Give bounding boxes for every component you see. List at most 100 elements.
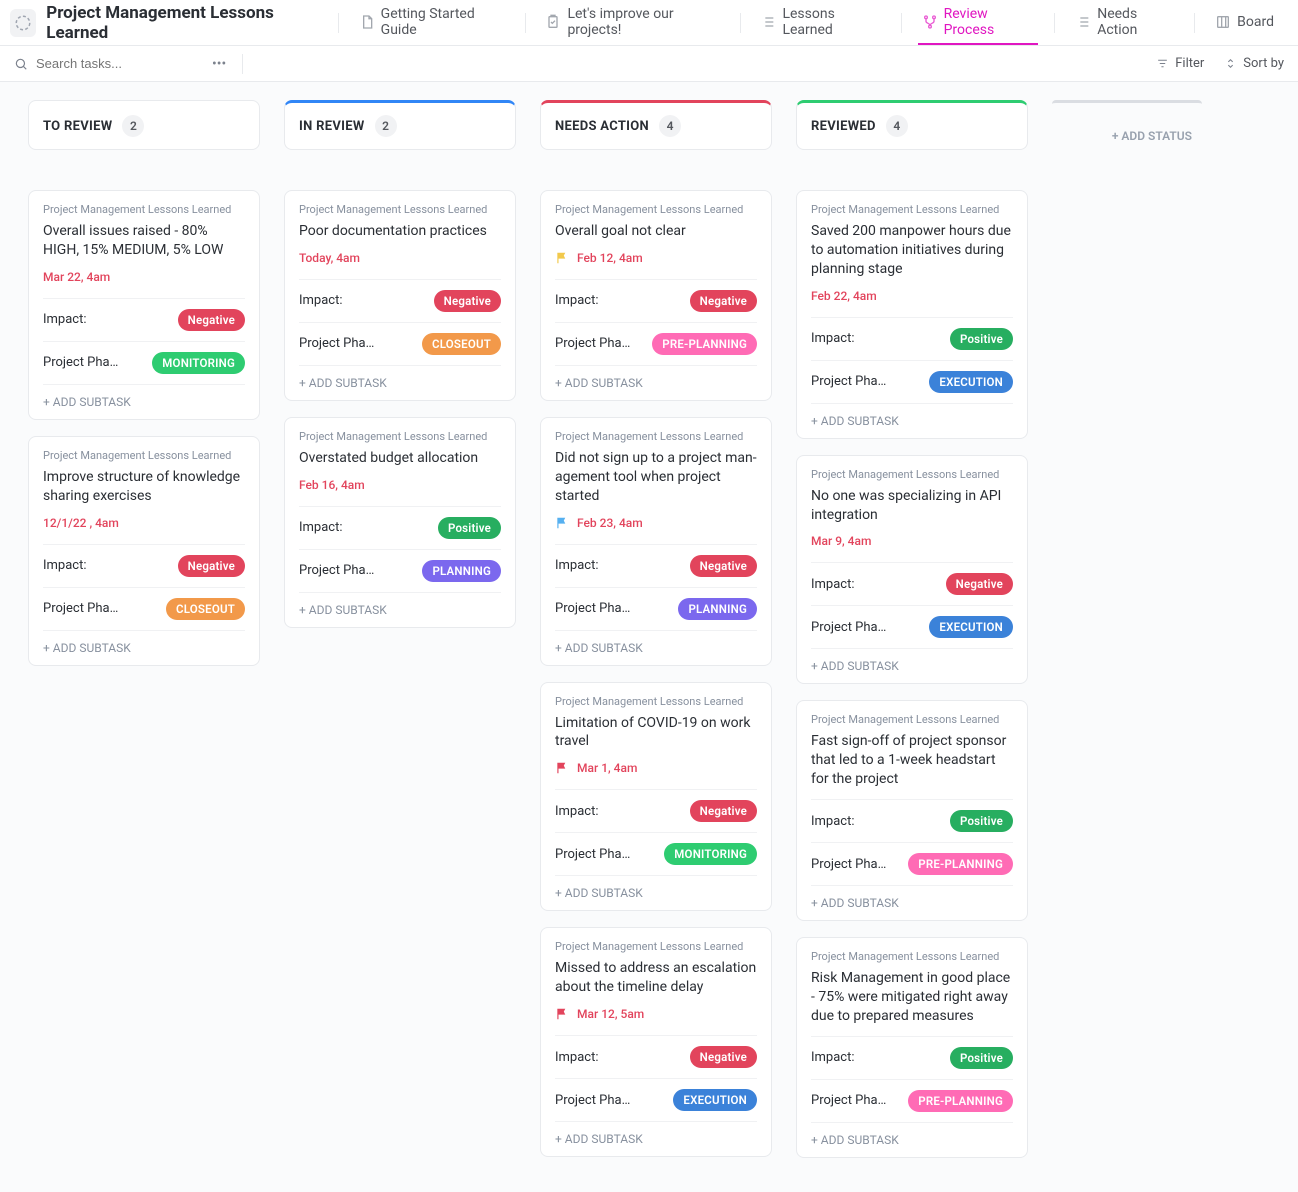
task-card[interactable]: Project Management Lessons Learned Impro… bbox=[28, 436, 260, 666]
phase-tag[interactable]: EXECUTION bbox=[673, 1089, 757, 1111]
impact-row: Impact: Negative bbox=[299, 279, 501, 322]
impact-tag[interactable]: Negative bbox=[690, 1046, 757, 1068]
card-title: Overstated budget allocation bbox=[299, 449, 501, 468]
card-title: Saved 200 manpower hours due to automati… bbox=[811, 222, 1013, 279]
tab-board[interactable]: Board bbox=[1201, 0, 1288, 46]
phase-tag[interactable]: EXECUTION bbox=[929, 371, 1013, 393]
card-date: Mar 12, 5am bbox=[577, 1007, 644, 1021]
phase-tag[interactable]: MONITORING bbox=[152, 352, 245, 374]
filter-button[interactable]: Filter bbox=[1156, 56, 1204, 71]
impact-row: Impact: Negative bbox=[811, 562, 1013, 605]
search-input[interactable] bbox=[36, 56, 196, 71]
card-title: Improve structure of knowledge sharing e… bbox=[43, 468, 245, 506]
impact-tag[interactable]: Negative bbox=[690, 555, 757, 577]
add-subtask-button[interactable]: + ADD SUBTASK bbox=[299, 592, 501, 627]
impact-row: Impact: Positive bbox=[811, 317, 1013, 360]
add-subtask-button[interactable]: + ADD SUBTASK bbox=[43, 384, 245, 419]
add-status-label: + ADD STATUS bbox=[1052, 117, 1202, 155]
task-card[interactable]: Project Management Lessons Learned Overs… bbox=[284, 417, 516, 628]
task-card[interactable]: Project Management Lessons Learned Limit… bbox=[540, 682, 772, 912]
task-card[interactable]: Project Management Lessons Learned No on… bbox=[796, 455, 1028, 685]
phase-tag[interactable]: PRE-PLANNING bbox=[908, 1090, 1013, 1112]
impact-tag[interactable]: Negative bbox=[178, 555, 245, 577]
phase-row: Project Pha… PRE-PLANNING bbox=[811, 842, 1013, 885]
card-title: Overall goal not clear bbox=[555, 222, 757, 241]
phase-label: Project Pha… bbox=[43, 601, 118, 616]
phase-label: Project Pha… bbox=[555, 336, 630, 351]
tab-needs-action[interactable]: Needs Action bbox=[1061, 0, 1188, 46]
add-subtask-button[interactable]: + ADD SUBTASK bbox=[555, 365, 757, 400]
task-card[interactable]: Project Management Lessons Learned Misse… bbox=[540, 927, 772, 1157]
board-column: TO REVIEW 2 Project Management Lessons L… bbox=[28, 100, 260, 682]
phase-tag[interactable]: PLANNING bbox=[422, 560, 501, 582]
impact-tag[interactable]: Negative bbox=[434, 290, 501, 312]
add-status-button[interactable]: + ADD STATUS bbox=[1052, 100, 1202, 155]
add-subtask-button[interactable]: + ADD SUBTASK bbox=[555, 1121, 757, 1156]
card-date: Feb 22, 4am bbox=[811, 289, 877, 303]
tab-getting-started[interactable]: Getting Started Guide bbox=[345, 0, 519, 46]
add-subtask-button[interactable]: + ADD SUBTASK bbox=[299, 365, 501, 400]
phase-label: Project Pha… bbox=[555, 1093, 630, 1108]
phase-tag[interactable]: PRE-PLANNING bbox=[652, 333, 757, 355]
column-header[interactable]: TO REVIEW 2 bbox=[28, 100, 260, 150]
card-project: Project Management Lessons Learned bbox=[299, 203, 501, 216]
column-count: 2 bbox=[375, 115, 397, 137]
phase-row: Project Pha… PRE-PLANNING bbox=[811, 1079, 1013, 1122]
impact-tag[interactable]: Negative bbox=[946, 573, 1013, 595]
tab-lessons-learned[interactable]: Lessons Learned bbox=[746, 0, 894, 46]
task-card[interactable]: Project Management Lessons Learned Risk … bbox=[796, 937, 1028, 1158]
task-card[interactable]: Project Management Lessons Learned Overa… bbox=[540, 190, 772, 401]
column-header[interactable]: IN REVIEW 2 bbox=[284, 100, 516, 150]
card-title: Did not sign up to a project man­agement… bbox=[555, 449, 757, 506]
add-subtask-button[interactable]: + ADD SUBTASK bbox=[555, 875, 757, 910]
tab-label: Getting Started Guide bbox=[381, 6, 505, 38]
add-subtask-button[interactable]: + ADD SUBTASK bbox=[811, 885, 1013, 920]
phase-tag[interactable]: PLANNING bbox=[678, 598, 757, 620]
phase-tag[interactable]: CLOSEOUT bbox=[422, 333, 501, 355]
impact-tag[interactable]: Positive bbox=[950, 328, 1013, 350]
card-title: No one was specializing in API integrati… bbox=[811, 487, 1013, 525]
add-subtask-button[interactable]: + ADD SUBTASK bbox=[811, 403, 1013, 438]
add-subtask-button[interactable]: + ADD SUBTASK bbox=[555, 630, 757, 665]
impact-tag[interactable]: Negative bbox=[690, 290, 757, 312]
phase-tag[interactable]: PRE-PLANNING bbox=[908, 853, 1013, 875]
sort-button[interactable]: Sort by bbox=[1224, 56, 1284, 71]
filter-label: Filter bbox=[1175, 56, 1204, 71]
phase-tag[interactable]: EXECUTION bbox=[929, 616, 1013, 638]
column-header[interactable]: REVIEWED 4 bbox=[796, 100, 1028, 150]
impact-label: Impact: bbox=[555, 293, 599, 308]
phase-tag[interactable]: MONITORING bbox=[664, 843, 757, 865]
column-name: NEEDS ACTION bbox=[555, 119, 649, 134]
task-card[interactable]: Project Management Lessons Learned Saved… bbox=[796, 190, 1028, 439]
task-card[interactable]: Project Management Lessons Learned Poor … bbox=[284, 190, 516, 401]
impact-row: Impact: Negative bbox=[555, 1035, 757, 1078]
more-menu[interactable]: ••• bbox=[206, 56, 232, 72]
phase-row: Project Pha… PLANNING bbox=[555, 587, 757, 630]
card-date: Feb 12, 4am bbox=[577, 251, 643, 265]
add-subtask-button[interactable]: + ADD SUBTASK bbox=[811, 648, 1013, 683]
column-name: REVIEWED bbox=[811, 119, 876, 134]
card-project: Project Management Lessons Learned bbox=[811, 468, 1013, 481]
app-title: Project Management Lessons Learned bbox=[46, 3, 321, 43]
card-date: Mar 1, 4am bbox=[577, 761, 637, 775]
search-wrap bbox=[14, 56, 196, 71]
impact-tag[interactable]: Positive bbox=[950, 1047, 1013, 1069]
add-subtask-button[interactable]: + ADD SUBTASK bbox=[811, 1122, 1013, 1157]
tab-label: Needs Action bbox=[1097, 6, 1174, 38]
column-header[interactable]: NEEDS ACTION 4 bbox=[540, 100, 772, 150]
impact-tag[interactable]: Positive bbox=[438, 517, 501, 539]
card-project: Project Management Lessons Learned bbox=[811, 203, 1013, 216]
task-card[interactable]: Project Management Lessons Learned Did n… bbox=[540, 417, 772, 666]
add-subtask-button[interactable]: + ADD SUBTASK bbox=[43, 630, 245, 665]
phase-tag[interactable]: CLOSEOUT bbox=[166, 598, 245, 620]
task-card[interactable]: Project Management Lessons Learned Fast … bbox=[796, 700, 1028, 921]
tab-review-process[interactable]: Review Process bbox=[908, 0, 1049, 46]
sort-icon bbox=[1224, 57, 1237, 70]
impact-tag[interactable]: Positive bbox=[950, 810, 1013, 832]
tab-improve-projects[interactable]: Let's improve our projects! bbox=[531, 0, 733, 46]
impact-tag[interactable]: Negative bbox=[690, 800, 757, 822]
sort-label: Sort by bbox=[1243, 56, 1284, 71]
impact-tag[interactable]: Negative bbox=[178, 309, 245, 331]
impact-label: Impact: bbox=[555, 1050, 599, 1065]
task-card[interactable]: Project Management Lessons Learned Overa… bbox=[28, 190, 260, 420]
